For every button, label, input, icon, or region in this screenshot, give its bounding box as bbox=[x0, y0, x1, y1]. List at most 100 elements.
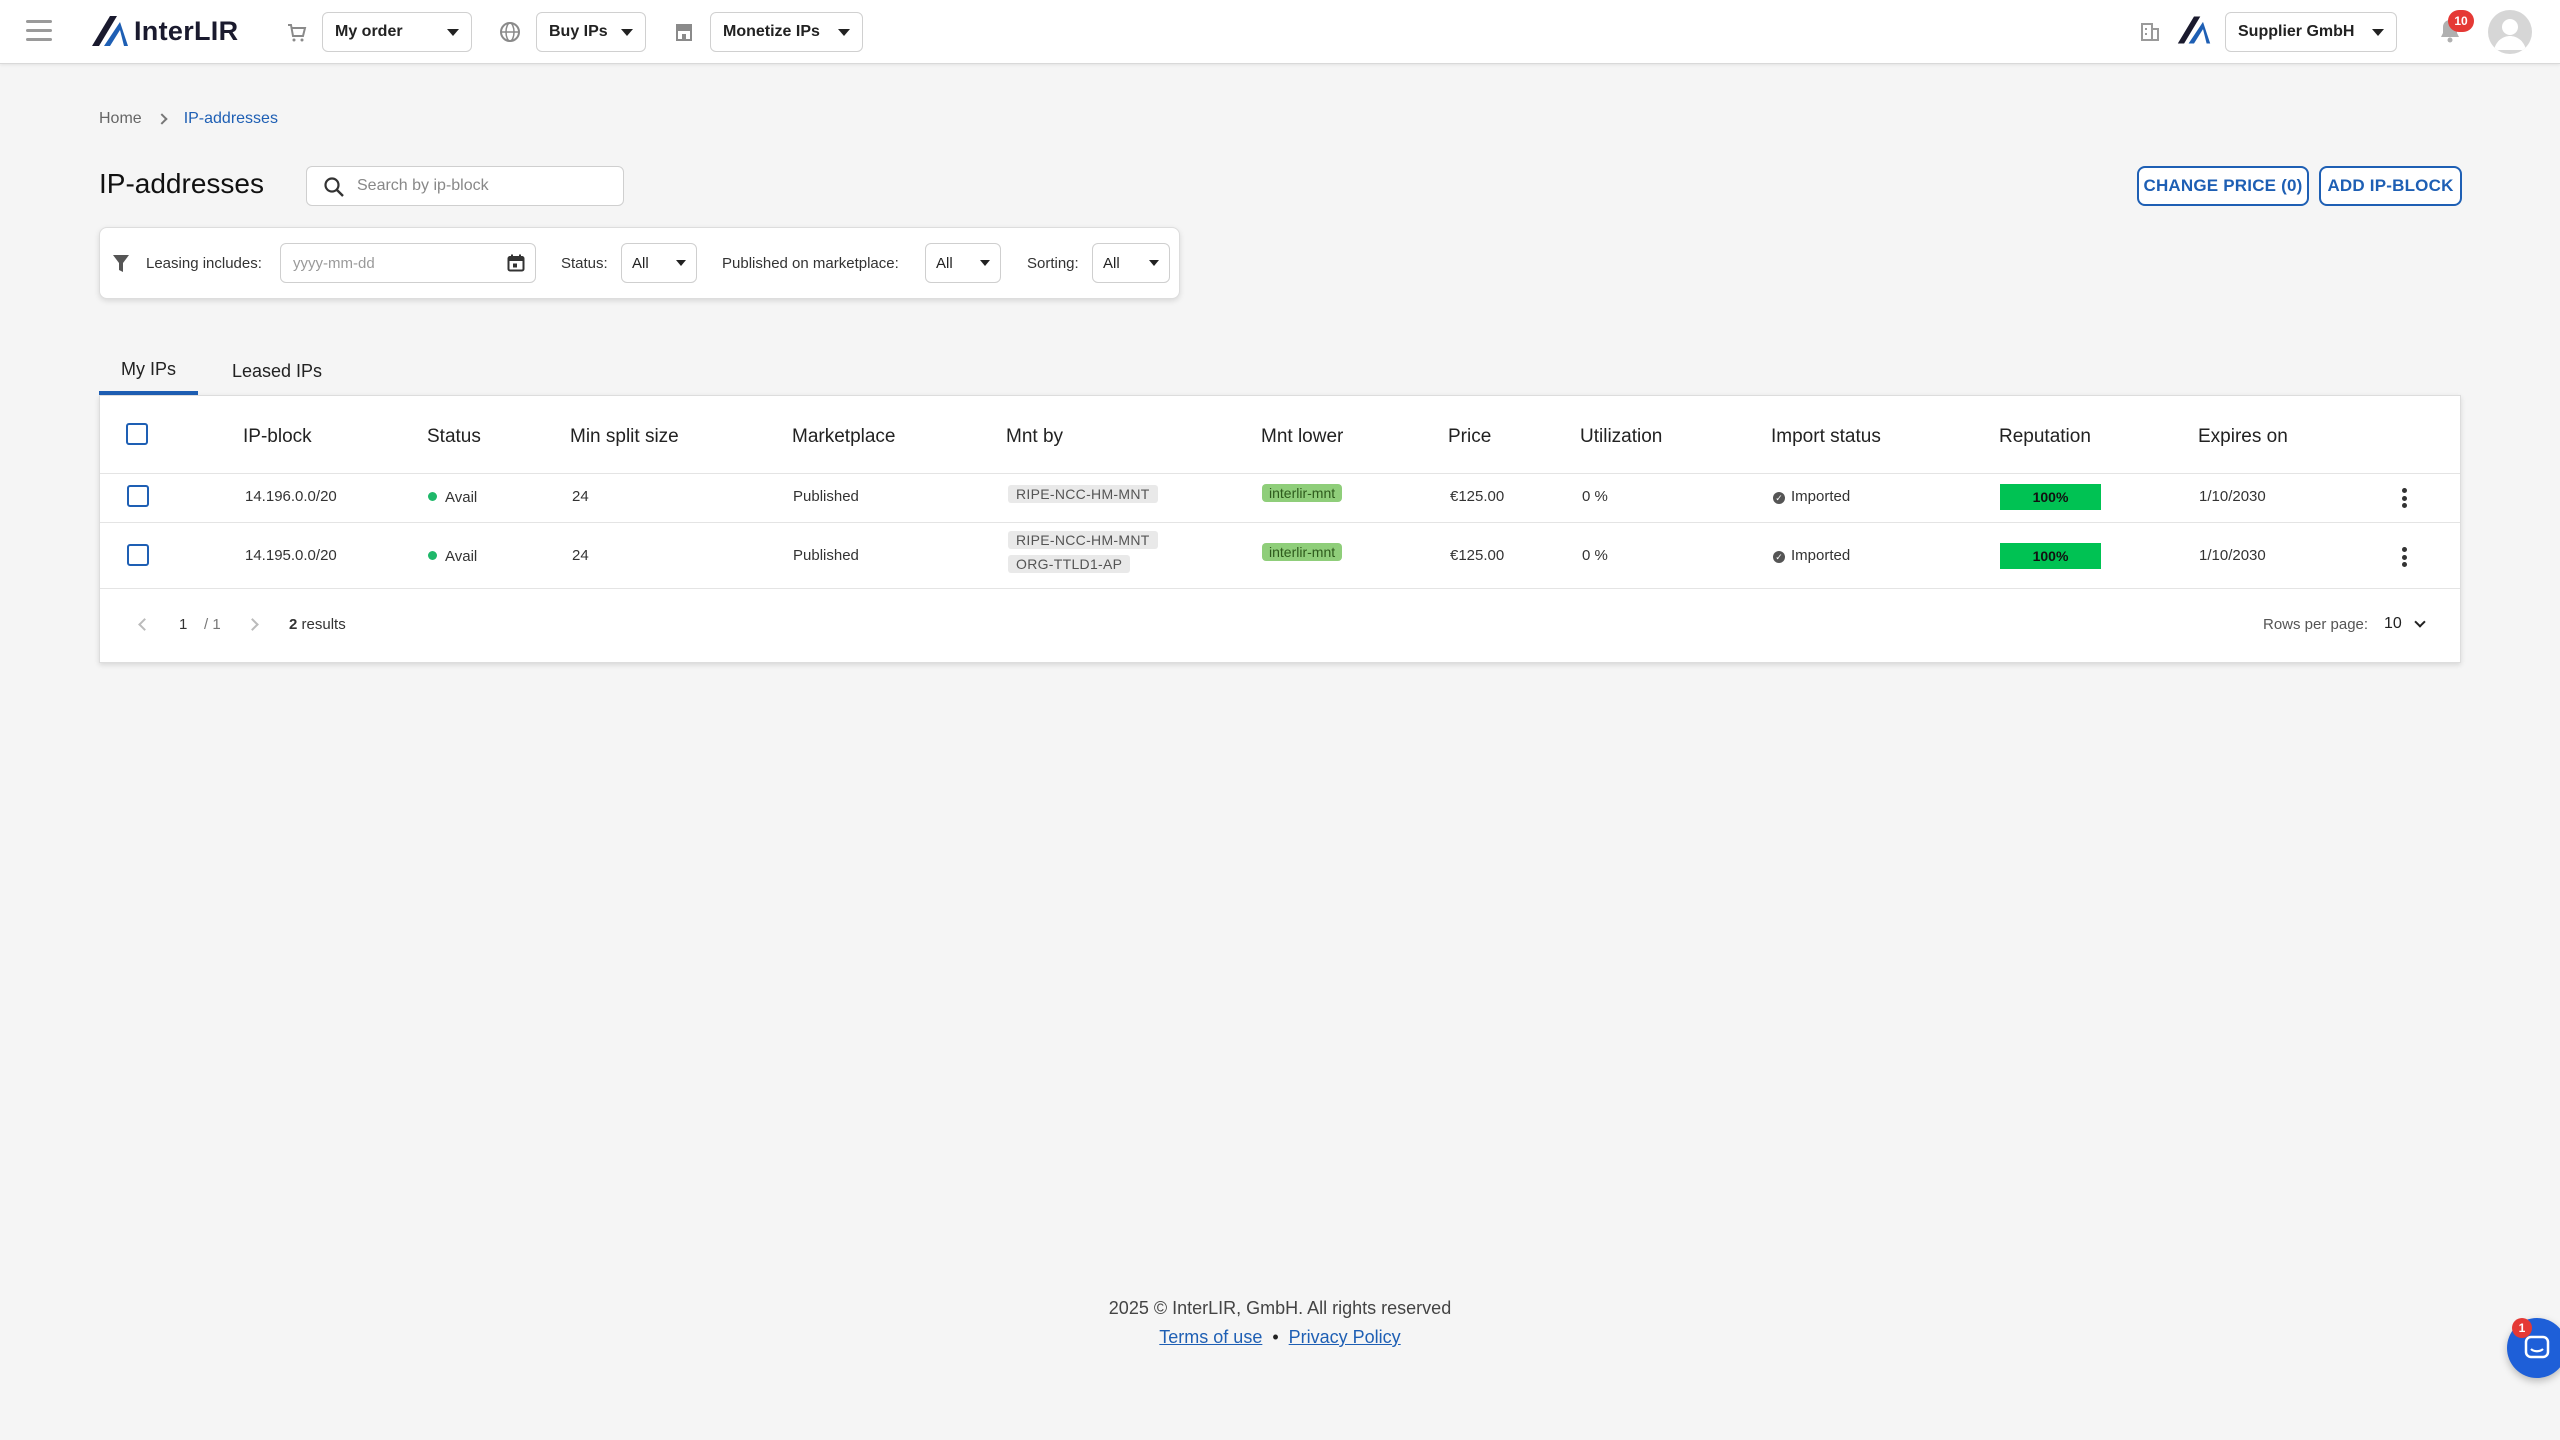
column-header-min-split-size[interactable]: Min split size bbox=[570, 426, 679, 448]
caret-down-icon bbox=[980, 260, 990, 266]
terms-of-use-link[interactable]: Terms of use bbox=[1159, 1327, 1262, 1347]
total-pages: / 1 bbox=[204, 616, 221, 633]
page-title: IP-addresses bbox=[99, 168, 264, 199]
chevron-down-icon bbox=[2414, 616, 2426, 628]
results-label: results bbox=[301, 616, 346, 633]
cell-price: €125.00 bbox=[1450, 488, 1505, 505]
marketplace-filter-select[interactable]: All bbox=[925, 243, 1001, 283]
cell-utilization: 0 % bbox=[1582, 488, 1608, 505]
caret-down-icon bbox=[676, 260, 686, 266]
import-status-text: Imported bbox=[1791, 488, 1851, 505]
leasing-date-input[interactable] bbox=[293, 254, 493, 272]
row-actions-kebab-icon[interactable] bbox=[2394, 544, 2414, 570]
select-all-checkbox[interactable] bbox=[126, 423, 148, 445]
ip-table: IP-block Status Min split size Marketpla… bbox=[99, 395, 2461, 663]
leasing-date-field[interactable] bbox=[280, 243, 536, 283]
check-circle-icon: ✓ bbox=[1773, 551, 1785, 563]
store-icon bbox=[676, 24, 692, 41]
breadcrumb-home[interactable]: Home bbox=[99, 110, 142, 128]
nav-buy-ips-label: Buy IPs bbox=[549, 23, 608, 40]
column-header-mnt-by[interactable]: Mnt by bbox=[1006, 426, 1063, 448]
nav-buy-ips-dropdown[interactable]: Buy IPs bbox=[536, 12, 646, 52]
nav-monetize-ips-label: Monetize IPs bbox=[723, 23, 820, 40]
cell-import-status: ✓ Imported bbox=[1773, 547, 1850, 564]
company-dropdown[interactable]: Supplier GmbH bbox=[2225, 12, 2397, 52]
marketplace-filter-value: All bbox=[936, 254, 953, 272]
results-count: 2 bbox=[289, 616, 298, 633]
search-icon bbox=[324, 177, 344, 197]
caret-down-icon bbox=[447, 28, 459, 36]
cell-utilization: 0 % bbox=[1582, 547, 1608, 564]
tab-my-ips[interactable]: My IPs bbox=[99, 348, 198, 395]
column-header-import-status[interactable]: Import status bbox=[1771, 426, 1881, 448]
column-header-reputation[interactable]: Reputation bbox=[1999, 426, 2091, 448]
column-header-price[interactable]: Price bbox=[1448, 426, 1491, 448]
breadcrumb: Home IP-addresses bbox=[99, 110, 278, 128]
footer-links: Terms of use • Privacy Policy bbox=[0, 1327, 2560, 1348]
caret-down-icon bbox=[838, 28, 850, 36]
logo-text: InterLIR bbox=[134, 15, 239, 46]
mnt-by-tag: RIPE-NCC-HM-MNT bbox=[1008, 485, 1158, 503]
status-filter-value: All bbox=[632, 254, 649, 272]
globe-icon bbox=[500, 22, 520, 42]
cell-expires-on: 1/10/2030 bbox=[2199, 488, 2266, 505]
row-checkbox[interactable] bbox=[127, 485, 149, 507]
building-icon bbox=[2141, 23, 2159, 41]
caret-down-icon bbox=[1149, 260, 1159, 266]
calendar-icon[interactable] bbox=[507, 254, 525, 272]
reputation-bar: 100% bbox=[2000, 484, 2101, 510]
column-header-marketplace[interactable]: Marketplace bbox=[792, 426, 896, 448]
status-filter-select[interactable]: All bbox=[621, 243, 697, 283]
hamburger-icon[interactable] bbox=[26, 20, 52, 44]
company-name: Supplier GmbH bbox=[2238, 23, 2355, 40]
row-actions-kebab-icon[interactable] bbox=[2394, 485, 2414, 511]
nav-my-order-dropdown[interactable]: My order bbox=[322, 12, 472, 52]
column-header-mnt-lower[interactable]: Mnt lower bbox=[1261, 426, 1343, 448]
cell-status: Avail bbox=[428, 489, 477, 506]
column-header-expires-on[interactable]: Expires on bbox=[2198, 426, 2288, 448]
user-avatar-icon[interactable] bbox=[2488, 10, 2532, 54]
results-summary: 2 results bbox=[289, 616, 346, 633]
reputation-bar: 100% bbox=[2000, 543, 2101, 569]
row-divider bbox=[100, 522, 2460, 523]
cell-status: Avail bbox=[428, 548, 477, 565]
cell-ip-block[interactable]: 14.195.0.0/20 bbox=[245, 547, 337, 564]
breadcrumb-current[interactable]: IP-addresses bbox=[184, 110, 278, 128]
mnt-by-tag: RIPE-NCC-HM-MNT bbox=[1008, 531, 1158, 549]
next-page-icon[interactable] bbox=[246, 618, 259, 631]
footer-bullet: • bbox=[1272, 1327, 1279, 1347]
column-header-status[interactable]: Status bbox=[427, 426, 481, 448]
cart-icon bbox=[288, 24, 307, 42]
row-divider bbox=[100, 588, 2460, 589]
sorting-value: All bbox=[1103, 254, 1120, 272]
row-checkbox[interactable] bbox=[127, 544, 149, 566]
cell-ip-block[interactable]: 14.196.0.0/20 bbox=[245, 488, 337, 505]
nav-monetize-ips-dropdown[interactable]: Monetize IPs bbox=[710, 12, 863, 52]
footer-copyright: 2025 © InterLIR, GmbH. All rights reserv… bbox=[1108, 1298, 1452, 1318]
rows-per-page-label: Rows per page: bbox=[2263, 616, 2369, 633]
rows-per-page-select[interactable]: 10 bbox=[2384, 608, 2426, 640]
notification-badge: 10 bbox=[2448, 10, 2474, 32]
logo-icon bbox=[92, 16, 128, 46]
filter-icon bbox=[113, 255, 129, 272]
change-price-button[interactable]: CHANGE PRICE (0) bbox=[2137, 166, 2309, 206]
sorting-select[interactable]: All bbox=[1092, 243, 1170, 283]
prev-page-icon[interactable] bbox=[138, 618, 151, 631]
caret-down-icon bbox=[621, 28, 633, 36]
add-ip-block-button[interactable]: ADD IP-BLOCK bbox=[2319, 166, 2462, 206]
top-navbar: InterLIR My order Buy IPs Monetize IPs S… bbox=[0, 0, 2560, 64]
chat-badge: 1 bbox=[2512, 1318, 2532, 1338]
search-input[interactable] bbox=[357, 177, 597, 195]
column-header-ip-block[interactable]: IP-block bbox=[243, 426, 312, 448]
search-box bbox=[306, 166, 624, 206]
chat-icon bbox=[2524, 1335, 2550, 1359]
filter-bar: Leasing includes: Status: All Published … bbox=[99, 227, 1180, 299]
privacy-policy-link[interactable]: Privacy Policy bbox=[1289, 1327, 1401, 1347]
cell-import-status: ✓ Imported bbox=[1773, 488, 1850, 505]
column-header-utilization[interactable]: Utilization bbox=[1580, 426, 1662, 448]
mnt-by-tag: ORG-TTLD1-AP bbox=[1008, 555, 1131, 573]
company-logo-icon bbox=[2177, 16, 2211, 44]
status-text: Avail bbox=[445, 489, 478, 506]
logo[interactable]: InterLIR bbox=[90, 14, 238, 48]
tab-leased-ips[interactable]: Leased IPs bbox=[218, 348, 336, 395]
